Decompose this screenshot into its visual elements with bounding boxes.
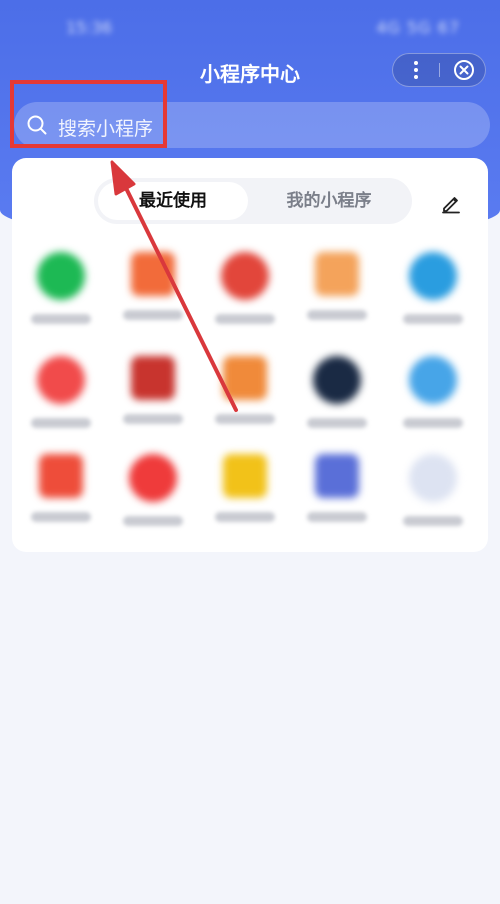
app-label (123, 414, 183, 424)
tab-my-mini-programs[interactable]: 我的小程序 (250, 182, 408, 220)
app-icon (129, 454, 177, 502)
app-item[interactable] (26, 454, 96, 522)
app-item[interactable] (118, 252, 188, 320)
app-icon (131, 252, 175, 296)
app-item[interactable] (26, 356, 96, 428)
app-icon (409, 252, 457, 300)
capsule-divider (439, 63, 440, 77)
app-label (307, 418, 367, 428)
status-bar: 15:36 4G 5G 67 (0, 0, 500, 56)
app-icon (409, 356, 457, 404)
app-label (123, 310, 183, 320)
app-label (31, 314, 91, 324)
app-icon (131, 356, 175, 400)
app-item[interactable] (210, 356, 280, 424)
app-item[interactable] (26, 252, 96, 324)
app-label (403, 418, 463, 428)
close-icon[interactable] (453, 59, 475, 81)
mini-program-capsule (392, 53, 486, 87)
app-icon (37, 252, 85, 300)
app-label (215, 314, 275, 324)
app-label (215, 512, 275, 522)
status-indicators: 4G 5G 67 (376, 18, 460, 37)
edit-icon[interactable] (440, 192, 462, 214)
app-icon (223, 454, 267, 498)
app-item[interactable] (302, 252, 372, 320)
mini-program-card: 最近使用 我的小程序 (12, 158, 488, 552)
app-label (31, 418, 91, 428)
more-menu-icon[interactable] (393, 54, 439, 86)
app-label (123, 516, 183, 526)
app-item[interactable] (398, 252, 468, 324)
app-label (215, 414, 275, 424)
app-icon (37, 356, 85, 404)
tab-switcher: 最近使用 我的小程序 (94, 178, 412, 224)
app-item[interactable] (302, 454, 372, 522)
app-label (31, 512, 91, 522)
app-label (307, 512, 367, 522)
app-icon (221, 252, 269, 300)
highlight-box (10, 80, 167, 148)
app-label (403, 314, 463, 324)
app-icon (313, 356, 361, 404)
app-icon (409, 454, 457, 502)
app-icon (223, 356, 267, 400)
app-label (307, 310, 367, 320)
app-item[interactable] (398, 356, 468, 428)
status-time: 15:36 (66, 18, 113, 37)
app-item[interactable] (210, 252, 280, 324)
app-item[interactable] (398, 454, 468, 526)
app-item[interactable] (118, 454, 188, 526)
app-icon (315, 454, 359, 498)
app-icon (315, 252, 359, 296)
app-icon (39, 454, 83, 498)
tab-recent[interactable]: 最近使用 (98, 182, 248, 220)
app-label (403, 516, 463, 526)
app-item[interactable] (210, 454, 280, 522)
app-item[interactable] (118, 356, 188, 424)
app-item[interactable] (302, 356, 372, 428)
